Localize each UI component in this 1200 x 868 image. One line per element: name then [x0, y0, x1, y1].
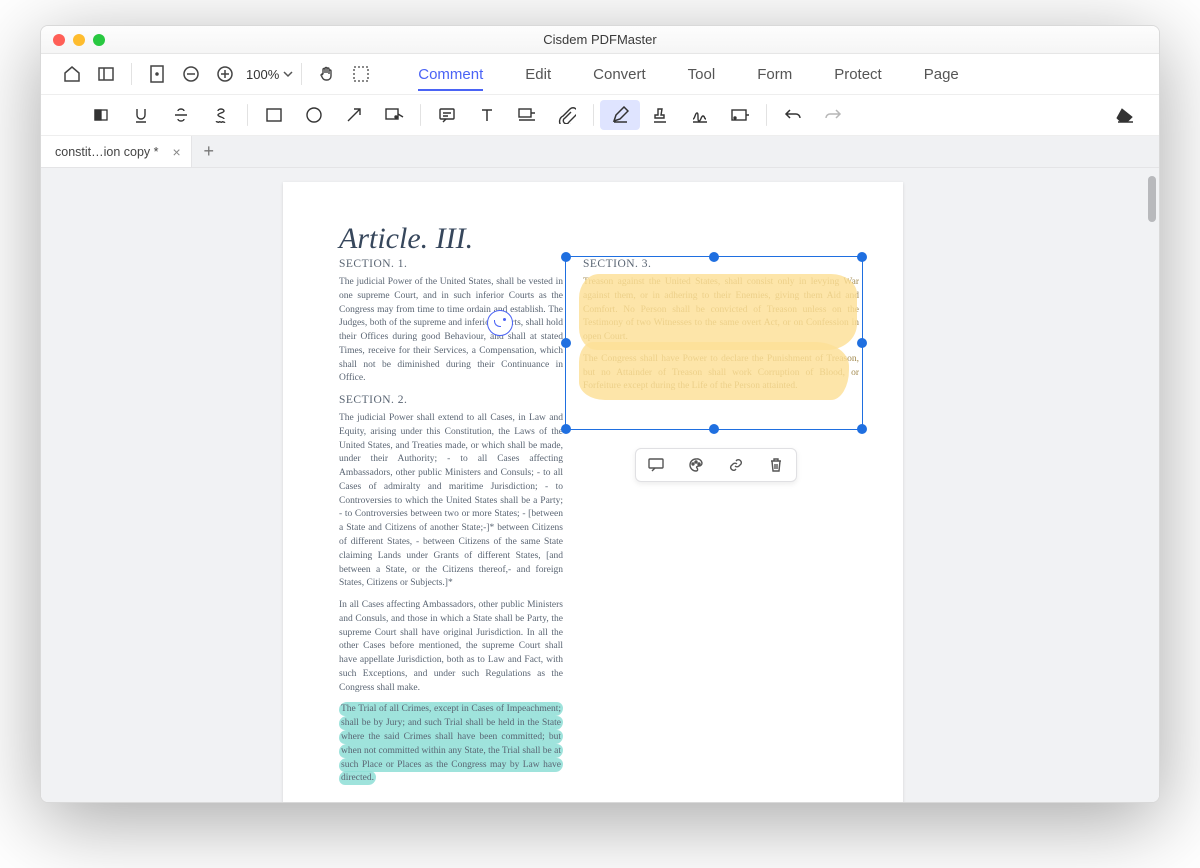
document-workspace[interactable]: Article. III. SECTION. 1. The judicial P…: [41, 168, 1159, 803]
attachment-tool[interactable]: [547, 100, 587, 130]
text-callout-tool[interactable]: [507, 100, 547, 130]
comment-button[interactable]: [636, 448, 676, 482]
tab-edit[interactable]: Edit: [525, 60, 551, 89]
section-heading: SECTION. 1.: [339, 258, 563, 270]
eraser-tool[interactable]: [1105, 100, 1145, 130]
pencil-tool[interactable]: [600, 100, 640, 130]
zoom-in-button[interactable]: [208, 59, 242, 89]
separator: [593, 104, 594, 126]
tab-protect[interactable]: Protect: [834, 60, 882, 89]
teal-highlight-annotation: The Trial of all Crimes, except in Cases…: [339, 702, 563, 785]
article-heading: Article. III.: [339, 222, 859, 256]
zoom-level-dropdown[interactable]: 100%: [246, 67, 293, 82]
comment-toolbar: [41, 94, 1159, 136]
resize-handle-e[interactable]: [857, 338, 867, 348]
resize-handle-w[interactable]: [561, 338, 571, 348]
body-paragraph: The judicial Power shall extend to all C…: [339, 412, 563, 591]
color-button[interactable]: [676, 448, 716, 482]
delete-button[interactable]: [756, 448, 796, 482]
page-column-left: SECTION. 1. The judicial Power of the Un…: [339, 258, 563, 794]
vertical-scrollbar[interactable]: [1148, 176, 1156, 222]
separator: [766, 104, 767, 126]
resize-handle-nw[interactable]: [561, 252, 571, 262]
underline-tool[interactable]: [121, 100, 161, 130]
resize-handle-s[interactable]: [709, 424, 719, 434]
tab-form[interactable]: Form: [757, 60, 792, 89]
primary-toolbar: 100% Comment Edit Convert Tool Form Prot…: [41, 54, 1159, 94]
note-tool[interactable]: [427, 100, 467, 130]
body-paragraph: The Trial of all Crimes, except in Cases…: [339, 703, 563, 786]
callout-shape-tool[interactable]: [374, 100, 414, 130]
body-paragraph: The judicial Power of the United States,…: [339, 276, 563, 386]
body-paragraph: In all Cases affecting Ambassadors, othe…: [339, 599, 563, 695]
window-title: Cisdem PDFMaster: [41, 32, 1159, 47]
rectangle-shape-tool[interactable]: [254, 100, 294, 130]
resize-handle-sw[interactable]: [561, 424, 571, 434]
zoom-out-button[interactable]: [174, 59, 208, 89]
mode-tabs: Comment Edit Convert Tool Form Protect P…: [418, 60, 959, 89]
tab-convert[interactable]: Convert: [593, 60, 646, 89]
panel-toggle-button[interactable]: [89, 59, 123, 89]
textbox-tool[interactable]: [467, 100, 507, 130]
tab-comment[interactable]: Comment: [418, 60, 483, 89]
separator: [131, 63, 132, 85]
resize-handle-n[interactable]: [709, 252, 719, 262]
annotation-selection-frame[interactable]: [565, 256, 863, 430]
annotation-context-toolbar: [635, 448, 797, 482]
squiggly-tool[interactable]: [201, 100, 241, 130]
document-tab[interactable]: constit…ion copy * ×: [41, 136, 192, 167]
link-box-tool[interactable]: [720, 100, 760, 130]
resize-handle-ne[interactable]: [857, 252, 867, 262]
home-button[interactable]: [55, 59, 89, 89]
strikeout-tool[interactable]: [161, 100, 201, 130]
select-area-button[interactable]: [344, 59, 378, 89]
redo-button[interactable]: [813, 100, 853, 130]
fit-page-button[interactable]: [140, 59, 174, 89]
separator: [301, 63, 302, 85]
chevron-down-icon: [283, 69, 293, 79]
undo-button[interactable]: [773, 100, 813, 130]
section-heading: SECTION. 2.: [339, 394, 563, 406]
signature-tool[interactable]: [680, 100, 720, 130]
oval-shape-tool[interactable]: [294, 100, 334, 130]
arrow-shape-tool[interactable]: [334, 100, 374, 130]
app-window: Cisdem PDFMaster 100% Comment Edit Conve…: [40, 25, 1160, 803]
separator: [247, 104, 248, 126]
titlebar: Cisdem PDFMaster: [41, 26, 1159, 54]
tab-page[interactable]: Page: [924, 60, 959, 89]
pdf-page[interactable]: Article. III. SECTION. 1. The judicial P…: [283, 182, 903, 803]
document-tab-label: constit…ion copy *: [55, 145, 159, 159]
tab-tool[interactable]: Tool: [688, 60, 716, 89]
stamp-annotation[interactable]: [487, 310, 513, 336]
resize-handle-se[interactable]: [857, 424, 867, 434]
new-tab-button[interactable]: +: [192, 136, 226, 167]
hand-tool-button[interactable]: [310, 59, 344, 89]
zoom-level-value: 100%: [246, 67, 279, 82]
separator: [420, 104, 421, 126]
close-tab-button[interactable]: ×: [173, 144, 181, 160]
document-tabstrip: constit…ion copy * × +: [41, 136, 1159, 168]
highlight-tool[interactable]: [81, 100, 121, 130]
link-button[interactable]: [716, 448, 756, 482]
stamp-tool[interactable]: [640, 100, 680, 130]
